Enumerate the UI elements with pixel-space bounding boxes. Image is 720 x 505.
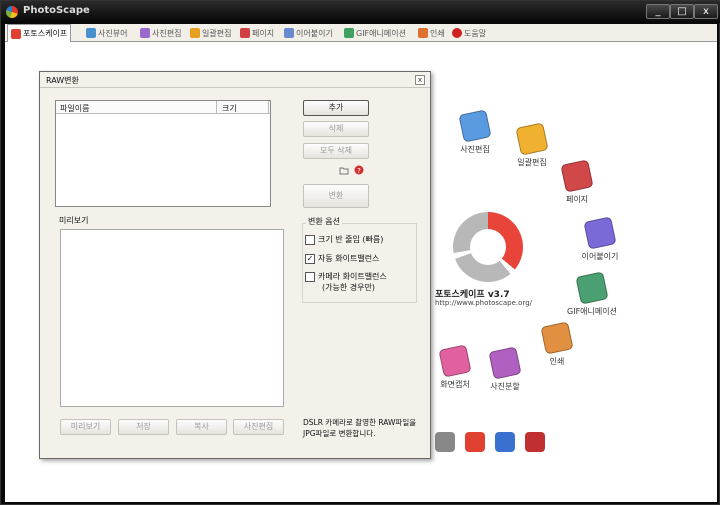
home-item-gif[interactable]: GIF애니메이션 <box>552 271 632 317</box>
tab-label: 사진편집 <box>152 28 182 38</box>
tab-label: 사진뷰어 <box>98 28 128 38</box>
window-title: PhotoScape <box>23 5 90 16</box>
maximize-button[interactable]: □ <box>670 4 694 19</box>
home-item-combine[interactable]: 이어붙이기 <box>560 216 640 262</box>
tab-batch[interactable]: 일괄편집 <box>187 25 234 41</box>
tab-gif[interactable]: GIF애니메이션 <box>341 25 409 41</box>
app-website[interactable]: http://www.photoscape.org/ <box>435 299 532 307</box>
save-button[interactable]: 저장 <box>118 419 169 435</box>
delete-all-button[interactable]: 모두 삭제 <box>303 143 369 159</box>
minimize-button[interactable]: _ <box>646 4 670 19</box>
camera-white-balance-label: 카메라 화이트밸런스 (가능한 경우만) <box>318 271 387 293</box>
print-icon <box>540 321 574 355</box>
tab-photoscape[interactable]: 포토스케이프 <box>7 24 72 42</box>
tab-label: 인쇄 <box>430 28 445 38</box>
tab-help[interactable]: 도움말 <box>449 25 489 41</box>
app-window: PhotoScape _ □ x 포토스케이프 사진뷰어 사진편집 일괄편집 페… <box>0 0 720 505</box>
preview-button[interactable]: 미리보기 <box>60 419 111 435</box>
option-auto-white-balance[interactable]: ✓ 자동 화이트밸런스 <box>305 253 379 264</box>
page-icon <box>560 159 594 193</box>
half-size-checkbox[interactable] <box>305 235 315 245</box>
bottom-tool-icons <box>435 432 545 452</box>
camera-white-balance-checkbox[interactable] <box>305 272 315 282</box>
raw-converter-dialog: RAW변환 x 파일이름 크기 추가 삭제 모두 삭제 ? 변환 미리보기 변환… <box>39 71 431 459</box>
page-tab-icon <box>240 28 250 38</box>
close-button[interactable]: x <box>694 4 718 19</box>
tool-icon[interactable] <box>525 432 545 452</box>
preview-area <box>60 229 284 407</box>
photoscape-logo-icon <box>6 6 18 18</box>
tab-combine[interactable]: 이어붙이기 <box>281 25 336 41</box>
convert-button[interactable]: 변환 <box>303 184 369 208</box>
tab-label: 페이지 <box>252 28 275 38</box>
viewer-tab-icon <box>86 28 96 38</box>
dialog-close-button[interactable]: x <box>415 75 425 85</box>
tab-print[interactable]: 인쇄 <box>415 25 448 41</box>
photo-edit-button[interactable]: 사진편집 <box>233 419 284 435</box>
dialog-description: DSLR 카메라로 촬영한 RAW파일을 JPG파일로 변환합니다. <box>303 418 417 438</box>
dialog-title: RAW변환 <box>46 76 79 85</box>
tool-icon[interactable] <box>465 432 485 452</box>
main-tab-bar: 포토스케이프 사진뷰어 사진편집 일괄편집 페이지 이어붙이기 GIF애니메이션 <box>5 24 717 42</box>
print-tab-icon <box>418 28 428 38</box>
tab-label: 일괄편집 <box>202 28 232 38</box>
title-bar[interactable]: PhotoScape _ □ x <box>1 1 720 23</box>
screen-capture-icon <box>438 344 472 378</box>
file-list[interactable]: 파일이름 크기 <box>55 100 271 207</box>
tool-icon[interactable] <box>495 432 515 452</box>
add-button[interactable]: 추가 <box>303 100 369 116</box>
delete-button[interactable]: 삭제 <box>303 121 369 137</box>
photoscape-ring-logo <box>453 212 523 282</box>
column-filename[interactable]: 파일이름 <box>60 103 89 114</box>
svg-text:?: ? <box>357 167 361 175</box>
auto-white-balance-label: 자동 화이트밸런스 <box>318 254 380 263</box>
copy-button[interactable]: 복사 <box>176 419 227 435</box>
tab-label: 포토스케이프 <box>23 29 68 38</box>
gif-tab-icon <box>344 28 354 38</box>
editor-icon <box>458 109 492 143</box>
photoscape-tab-icon <box>11 28 21 39</box>
home-item-page[interactable]: 페이지 <box>537 159 617 205</box>
folder-icon[interactable] <box>339 165 349 175</box>
gif-icon <box>575 271 609 305</box>
option-half-size[interactable]: 크기 반 줄임 (빠름) <box>305 234 383 245</box>
tab-label: 도움말 <box>464 28 487 38</box>
column-size[interactable]: 크기 <box>222 103 237 114</box>
column-divider[interactable] <box>216 101 217 114</box>
tab-editor[interactable]: 사진편집 <box>137 25 184 41</box>
camera-wb-note: (가능한 경우만) <box>322 283 375 292</box>
help-tab-icon <box>452 28 462 38</box>
combine-icon <box>583 216 617 250</box>
tool-icon[interactable] <box>435 432 455 452</box>
dialog-title-bar[interactable]: RAW변환 x <box>40 72 430 88</box>
tab-label: 이어붙이기 <box>296 28 333 38</box>
batch-icon <box>515 122 549 156</box>
help-icon[interactable]: ? <box>354 165 364 175</box>
conversion-options-title: 변환 옵션 <box>306 216 342 227</box>
file-list-header: 파일이름 크기 <box>56 101 270 114</box>
tab-viewer[interactable]: 사진뷰어 <box>83 25 130 41</box>
tab-page[interactable]: 페이지 <box>237 25 277 41</box>
column-divider[interactable] <box>268 101 269 114</box>
camera-wb-text: 카메라 화이트밸런스 <box>318 272 387 281</box>
preview-label: 미리보기 <box>59 216 89 225</box>
auto-white-balance-checkbox[interactable]: ✓ <box>305 254 315 264</box>
combine-tab-icon <box>284 28 294 38</box>
tab-label: GIF애니메이션 <box>356 28 406 38</box>
batch-tab-icon <box>190 28 200 38</box>
half-size-label: 크기 반 줄임 (빠름) <box>318 235 384 244</box>
option-camera-white-balance[interactable]: 카메라 화이트밸런스 (가능한 경우만) <box>305 271 387 293</box>
editor-tab-icon <box>140 28 150 38</box>
